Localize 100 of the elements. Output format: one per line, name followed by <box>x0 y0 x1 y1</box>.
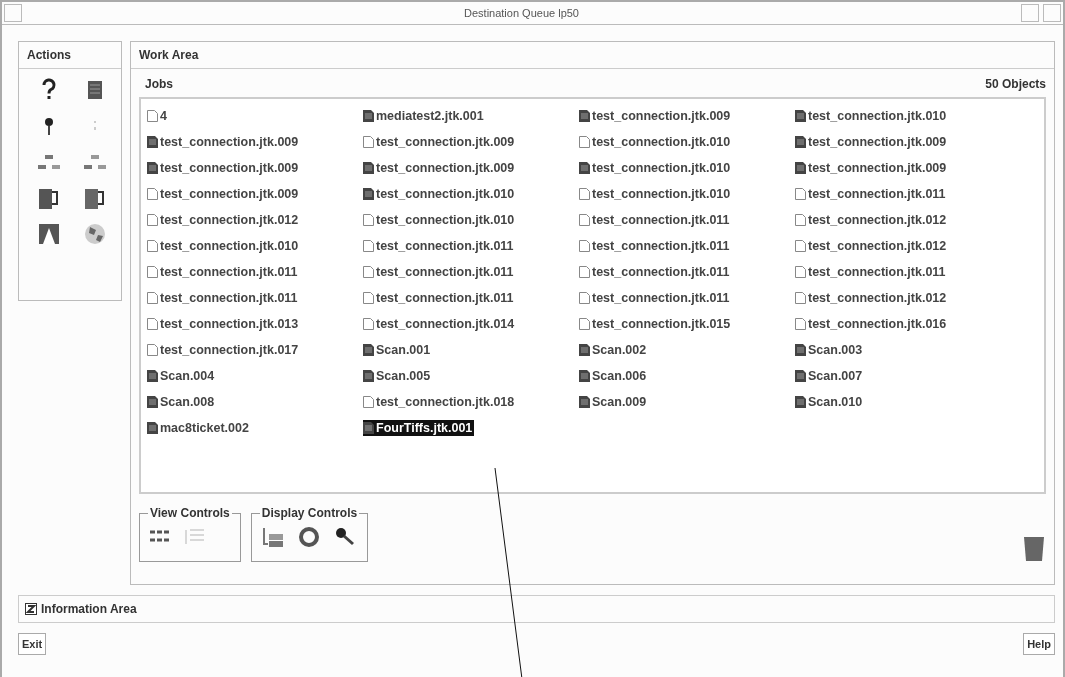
document-icon <box>795 136 806 148</box>
job-item[interactable]: FourTiffs.jtk.001 <box>363 420 475 436</box>
job-item[interactable]: mac8ticket.002 <box>147 420 251 436</box>
document-icon <box>363 370 374 382</box>
information-area-label: Information Area <box>41 602 137 616</box>
job-item[interactable]: test_connection.jtk.011 <box>579 238 732 254</box>
window-title: Destination Queue lp50 <box>463 7 580 19</box>
job-item[interactable]: test_connection.jtk.009 <box>795 160 949 176</box>
document-icon <box>579 370 590 382</box>
job-item[interactable]: Scan.004 <box>147 368 217 384</box>
job-item[interactable]: test_connection.jtk.011 <box>363 238 516 254</box>
job-item[interactable]: test_connection.jtk.011 <box>579 264 732 280</box>
job-item[interactable]: test_connection.jtk.011 <box>147 264 300 280</box>
job-item[interactable]: 4 <box>147 108 169 124</box>
job-item[interactable]: test_connection.jtk.011 <box>363 290 516 306</box>
job-item[interactable]: test_connection.jtk.011 <box>579 212 732 228</box>
job-item[interactable]: test_connection.jtk.010 <box>579 134 733 150</box>
job-item[interactable]: test_connection.jtk.010 <box>579 186 733 202</box>
document-icon <box>147 318 158 330</box>
document-icon <box>579 240 590 252</box>
job-item[interactable]: test_connection.jtk.017 <box>147 342 301 358</box>
job-item[interactable]: Scan.006 <box>579 368 649 384</box>
job-item[interactable]: test_connection.jtk.014 <box>363 316 517 332</box>
document-icon <box>795 292 806 304</box>
globe-icon[interactable] <box>82 221 108 247</box>
trash-icon[interactable] <box>1022 534 1046 562</box>
job-item[interactable]: mediatest2.jtk.001 <box>363 108 486 124</box>
document-icon <box>363 318 374 330</box>
job-item[interactable]: test_connection.jtk.009 <box>795 134 949 150</box>
job-item[interactable]: test_connection.jtk.012 <box>795 290 949 306</box>
job-item[interactable]: test_connection.jtk.018 <box>363 394 517 410</box>
job-item[interactable]: Scan.010 <box>795 394 865 410</box>
exit-button[interactable]: Exit <box>18 633 47 655</box>
job-item[interactable]: Scan.003 <box>795 342 865 358</box>
view-controls-title: View Controls <box>149 506 231 520</box>
document-icon <box>363 422 374 434</box>
document-icon <box>795 370 806 382</box>
job-item[interactable]: test_connection.jtk.010 <box>147 238 301 254</box>
job-item[interactable]: Scan.009 <box>579 394 649 410</box>
document-icon <box>147 110 158 122</box>
job-item[interactable]: test_connection.jtk.013 <box>147 316 301 332</box>
document-icon <box>579 136 590 148</box>
document-icon <box>147 344 158 356</box>
document-icon <box>579 110 590 122</box>
document-icon <box>147 266 158 278</box>
document-icon <box>363 136 374 148</box>
document-icon <box>147 370 158 382</box>
document-icon <box>579 318 590 330</box>
job-item[interactable]: Scan.005 <box>363 368 433 384</box>
curtain-icon[interactable] <box>36 221 62 247</box>
document-icon <box>363 214 374 226</box>
document-icon <box>363 266 374 278</box>
job-item[interactable]: test_connection.jtk.015 <box>579 316 733 332</box>
document-icon <box>795 162 806 174</box>
document-icon <box>147 214 158 226</box>
info-icon <box>25 603 37 615</box>
document-icon <box>579 344 590 356</box>
document-icon <box>363 110 374 122</box>
document-icon <box>579 292 590 304</box>
job-item[interactable]: Scan.002 <box>579 342 649 358</box>
job-item[interactable]: test_connection.jtk.011 <box>147 290 300 306</box>
job-item[interactable]: test_connection.jtk.009 <box>147 186 301 202</box>
job-item[interactable]: test_connection.jtk.012 <box>795 212 949 228</box>
job-item[interactable]: test_connection.jtk.010 <box>579 160 733 176</box>
job-item[interactable]: test_connection.jtk.011 <box>363 264 516 280</box>
job-item[interactable]: test_connection.jtk.009 <box>363 134 517 150</box>
jobs-label: Jobs <box>145 77 173 91</box>
document-icon <box>579 188 590 200</box>
document-icon <box>795 266 806 278</box>
job-item[interactable]: test_connection.jtk.009 <box>363 160 517 176</box>
document-icon <box>147 188 158 200</box>
job-item[interactable]: Scan.001 <box>363 342 433 358</box>
job-item[interactable]: Scan.008 <box>147 394 217 410</box>
job-item[interactable]: test_connection.jtk.011 <box>795 264 948 280</box>
display-controls-title: Display Controls <box>260 506 359 520</box>
job-item[interactable]: test_connection.jtk.016 <box>795 316 949 332</box>
document-icon <box>795 110 806 122</box>
document-icon <box>363 396 374 408</box>
document-icon <box>147 136 158 148</box>
job-item[interactable]: test_connection.jtk.010 <box>363 186 517 202</box>
document-icon <box>579 162 590 174</box>
job-item[interactable]: test_connection.jtk.009 <box>147 134 301 150</box>
document-icon <box>363 344 374 356</box>
job-item[interactable]: test_connection.jtk.012 <box>147 212 301 228</box>
job-item[interactable]: Scan.007 <box>795 368 865 384</box>
help-button[interactable]: Help <box>1023 633 1055 655</box>
object-count: 50 Objects <box>985 77 1046 91</box>
document-icon <box>795 396 806 408</box>
document-icon <box>795 214 806 226</box>
job-item[interactable]: test_connection.jtk.009 <box>579 108 733 124</box>
document-icon <box>363 292 374 304</box>
job-item[interactable]: test_connection.jtk.012 <box>795 238 949 254</box>
job-item[interactable]: test_connection.jtk.010 <box>795 108 949 124</box>
job-item[interactable]: test_connection.jtk.010 <box>363 212 517 228</box>
job-item[interactable]: test_connection.jtk.011 <box>795 186 948 202</box>
job-item[interactable]: test_connection.jtk.009 <box>147 160 301 176</box>
document-icon <box>147 422 158 434</box>
document-icon <box>795 344 806 356</box>
document-icon <box>147 396 158 408</box>
job-item[interactable]: test_connection.jtk.011 <box>579 290 732 306</box>
